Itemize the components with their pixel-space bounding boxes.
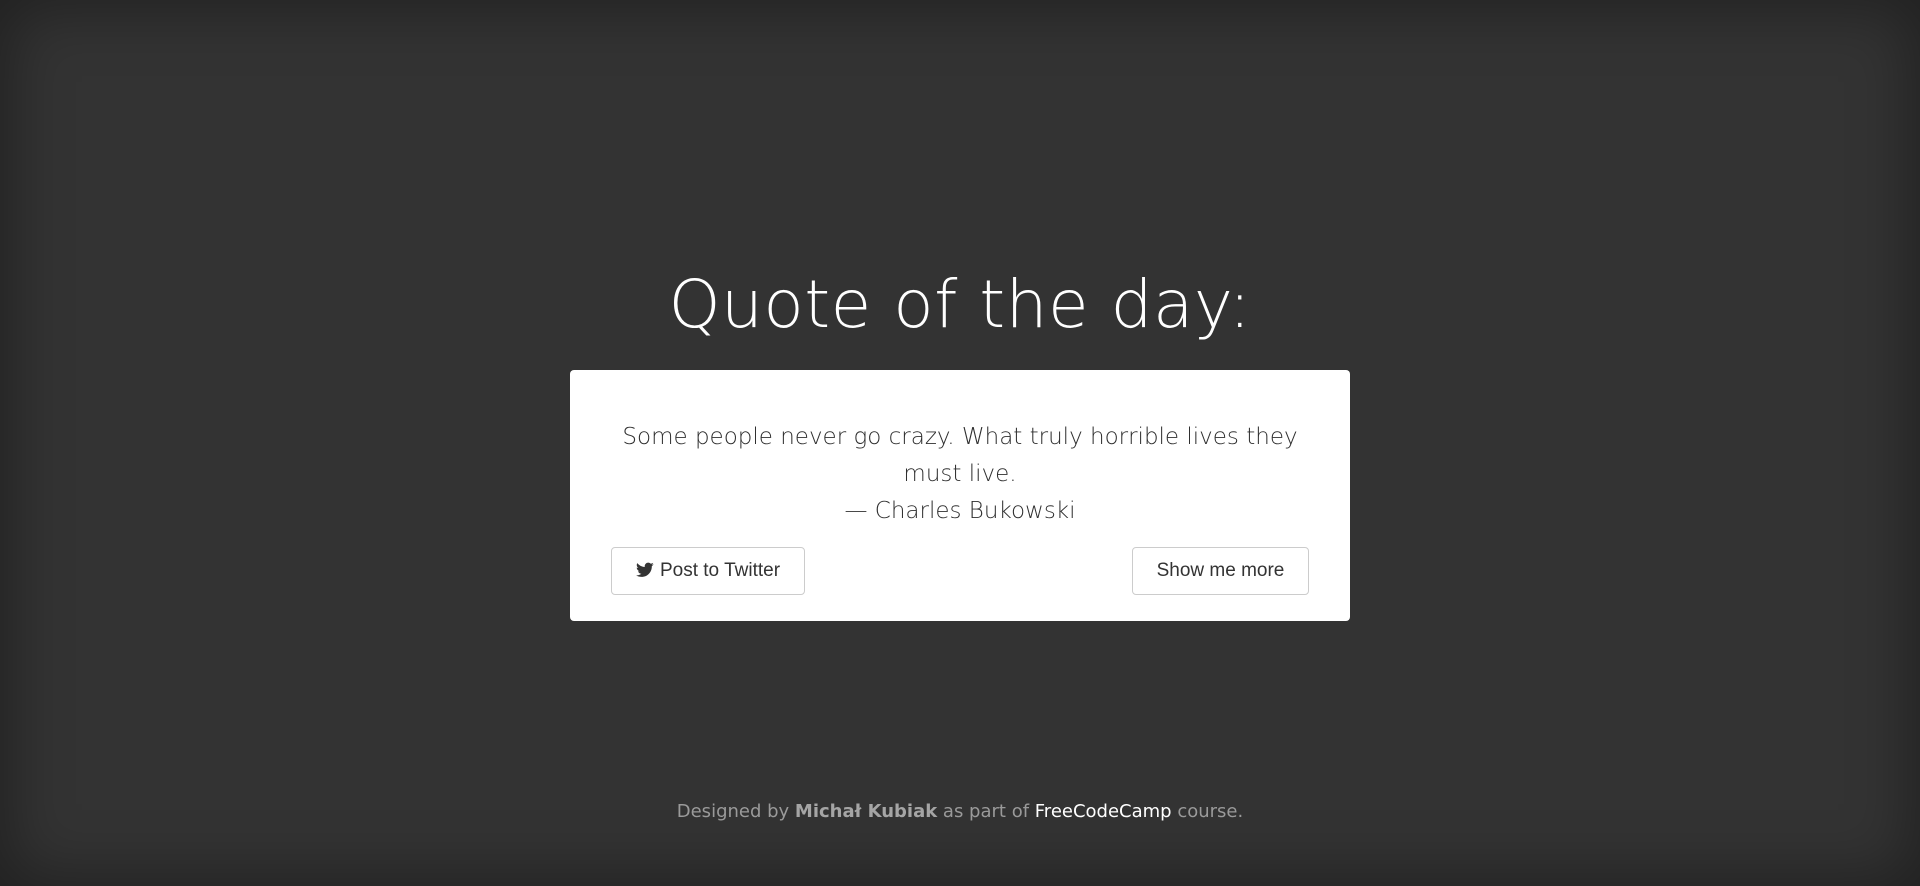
page-title: Quote of the day:: [668, 266, 1252, 343]
quote-card: Some people never go crazy. What truly h…: [570, 370, 1350, 621]
footer-author: Michał Kubiak: [794, 801, 938, 822]
twitter-bird-icon: [635, 562, 654, 577]
quote-author: — Charles Bukowski: [844, 498, 1076, 524]
footer-prefix: Designed by: [676, 801, 795, 822]
footer: Designed by Michał Kubiak as part of Fre…: [0, 798, 1920, 826]
show-me-more-button[interactable]: Show me more: [1132, 547, 1309, 595]
footer-middle: as part of: [937, 801, 1035, 822]
freecodecamp-link[interactable]: FreeCodeCamp: [1035, 801, 1172, 822]
quote-text: Some people never go crazy. What truly h…: [622, 424, 1298, 487]
footer-suffix: course.: [1171, 801, 1244, 822]
post-to-twitter-button[interactable]: Post to Twitter: [611, 547, 805, 595]
post-to-twitter-label: Post to Twitter: [659, 560, 781, 581]
